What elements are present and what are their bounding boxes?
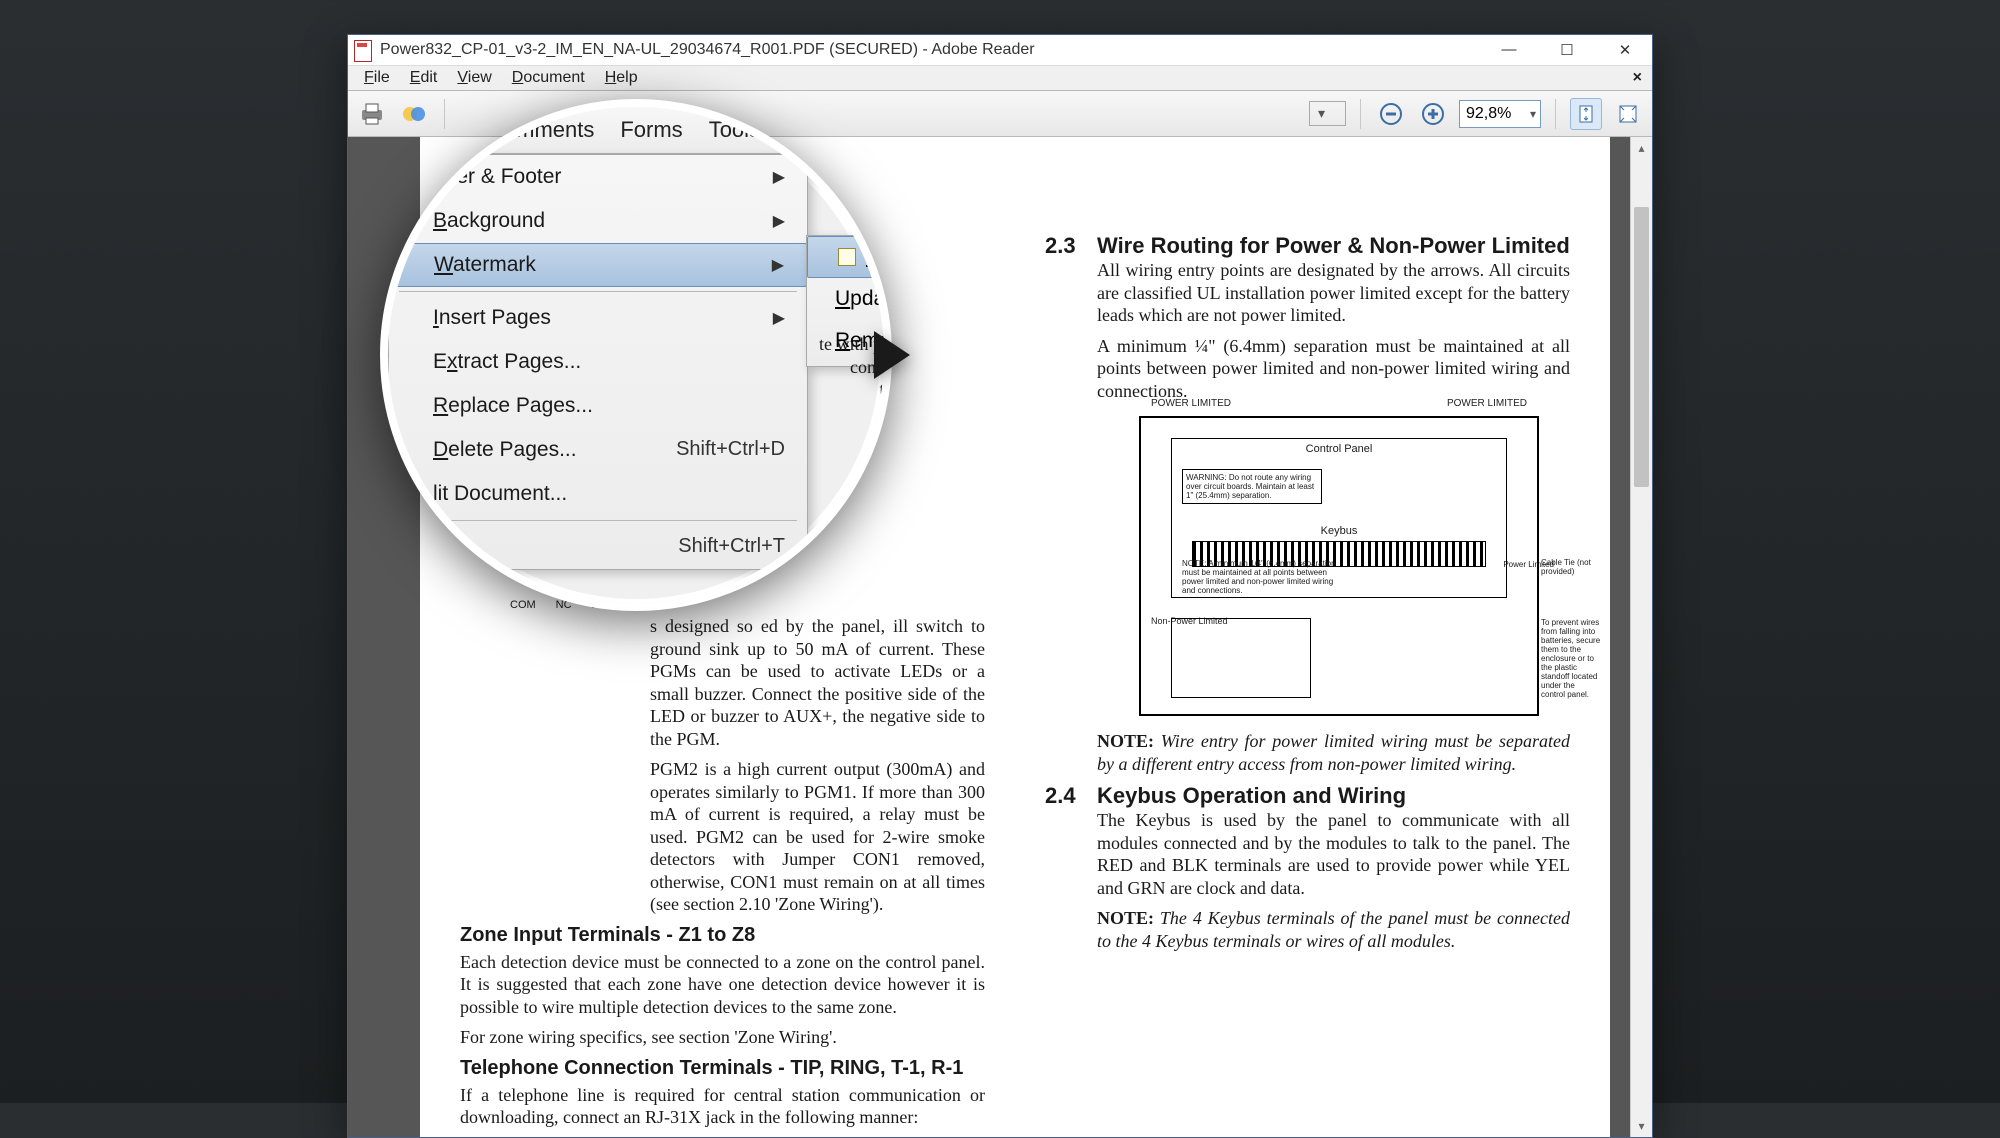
body-text: The Keybus is used by the panel to commu… [1097, 809, 1570, 899]
maximize-button[interactable]: ☐ [1552, 41, 1582, 59]
page-left-column: DSC RM-1C COM NC NO [460, 165, 985, 1109]
separator [444, 99, 445, 129]
collab-button[interactable] [398, 98, 430, 130]
menu-view[interactable]: View [447, 66, 501, 90]
body-text: A minimum ¼" (6.4mm) separation must be … [1097, 335, 1570, 403]
pin-nc: NC [556, 599, 572, 611]
note-text: NOTE: Wire entry for power limited wirin… [1097, 730, 1570, 775]
body-text: Each detection device must be connected … [460, 951, 985, 1019]
section-num: 2.3 [1045, 233, 1085, 259]
zoom-value: 92,8% [1466, 105, 1511, 123]
section-num: 2.4 [1045, 783, 1085, 809]
relay-label-2: RM-1C [532, 549, 614, 565]
scrollbar-thumb[interactable] [1634, 207, 1649, 487]
minimize-button[interactable]: — [1494, 41, 1524, 59]
fit-width-button[interactable] [1612, 98, 1644, 130]
relay-label-1: DSC [532, 533, 614, 549]
app-window: Power832_CP-01_v3-2_IM_EN_NA-UL_29034674… [347, 34, 1653, 1138]
menu-edit[interactable]: Edit [400, 66, 448, 90]
pin-com: COM [510, 599, 536, 611]
zoom-in-button[interactable] [1417, 98, 1449, 130]
pin-no: NO [592, 599, 609, 611]
heading-zone-input: Zone Input Terminals - Z1 to Z8 [460, 924, 985, 947]
page-nav-dropdown[interactable]: ▾ [1309, 101, 1346, 126]
separator [1360, 99, 1361, 129]
wiring-diagram: POWER LIMITED POWER LIMITED Control Pane… [1139, 416, 1539, 716]
close-button[interactable]: ✕ [1610, 41, 1640, 59]
relay-diagram: DSC RM-1C COM NC NO [460, 485, 985, 605]
body-text: All wiring entry points are designated b… [1097, 259, 1570, 327]
window-title: Power832_CP-01_v3-2_IM_EN_NA-UL_29034674… [380, 41, 1035, 59]
zoom-out-button[interactable] [1375, 98, 1407, 130]
vertical-scrollbar[interactable]: ▴ ▾ [1630, 137, 1652, 1137]
menu-file[interactable]: File [354, 66, 400, 90]
menu-help[interactable]: Help [595, 66, 648, 90]
toolbar: ▾ 92,8% [348, 91, 1652, 137]
section-title: Wire Routing for Power & Non-Power Limit… [1097, 233, 1570, 259]
body-text: PGM2 is a high current output (300mA) an… [650, 758, 985, 916]
scroll-down-icon[interactable]: ▾ [1631, 1115, 1652, 1137]
print-button[interactable] [356, 98, 388, 130]
titlebar: Power832_CP-01_v3-2_IM_EN_NA-UL_29034674… [348, 35, 1652, 65]
fit-page-button[interactable] [1570, 98, 1602, 130]
pdf-icon [354, 40, 372, 60]
menubar: File Edit View Document Help × [348, 65, 1652, 91]
body-text: If a telephone line is required for cent… [460, 1084, 985, 1129]
menu-document[interactable]: Document [502, 66, 595, 90]
body-text: s designed so ed by the panel, ill switc… [650, 615, 985, 750]
heading-telephone: Telephone Connection Terminals - TIP, RI… [460, 1057, 985, 1080]
section-title: Keybus Operation and Wiring [1097, 783, 1406, 809]
scroll-up-icon[interactable]: ▴ [1631, 137, 1652, 159]
separator [1555, 99, 1556, 129]
note-text: NOTE: The 4 Keybus terminals of the pane… [1097, 907, 1570, 952]
pdf-page: DSC RM-1C COM NC NO [420, 137, 1610, 1137]
body-text: For zone wiring specifics, see section '… [460, 1026, 985, 1049]
menubar-close[interactable]: × [1633, 69, 1646, 87]
page-right-column: 2.3 Wire Routing for Power & Non-Power L… [1045, 165, 1570, 1109]
document-viewport[interactable]: DSC RM-1C COM NC NO [348, 137, 1652, 1137]
zoom-field[interactable]: 92,8% [1459, 100, 1541, 128]
